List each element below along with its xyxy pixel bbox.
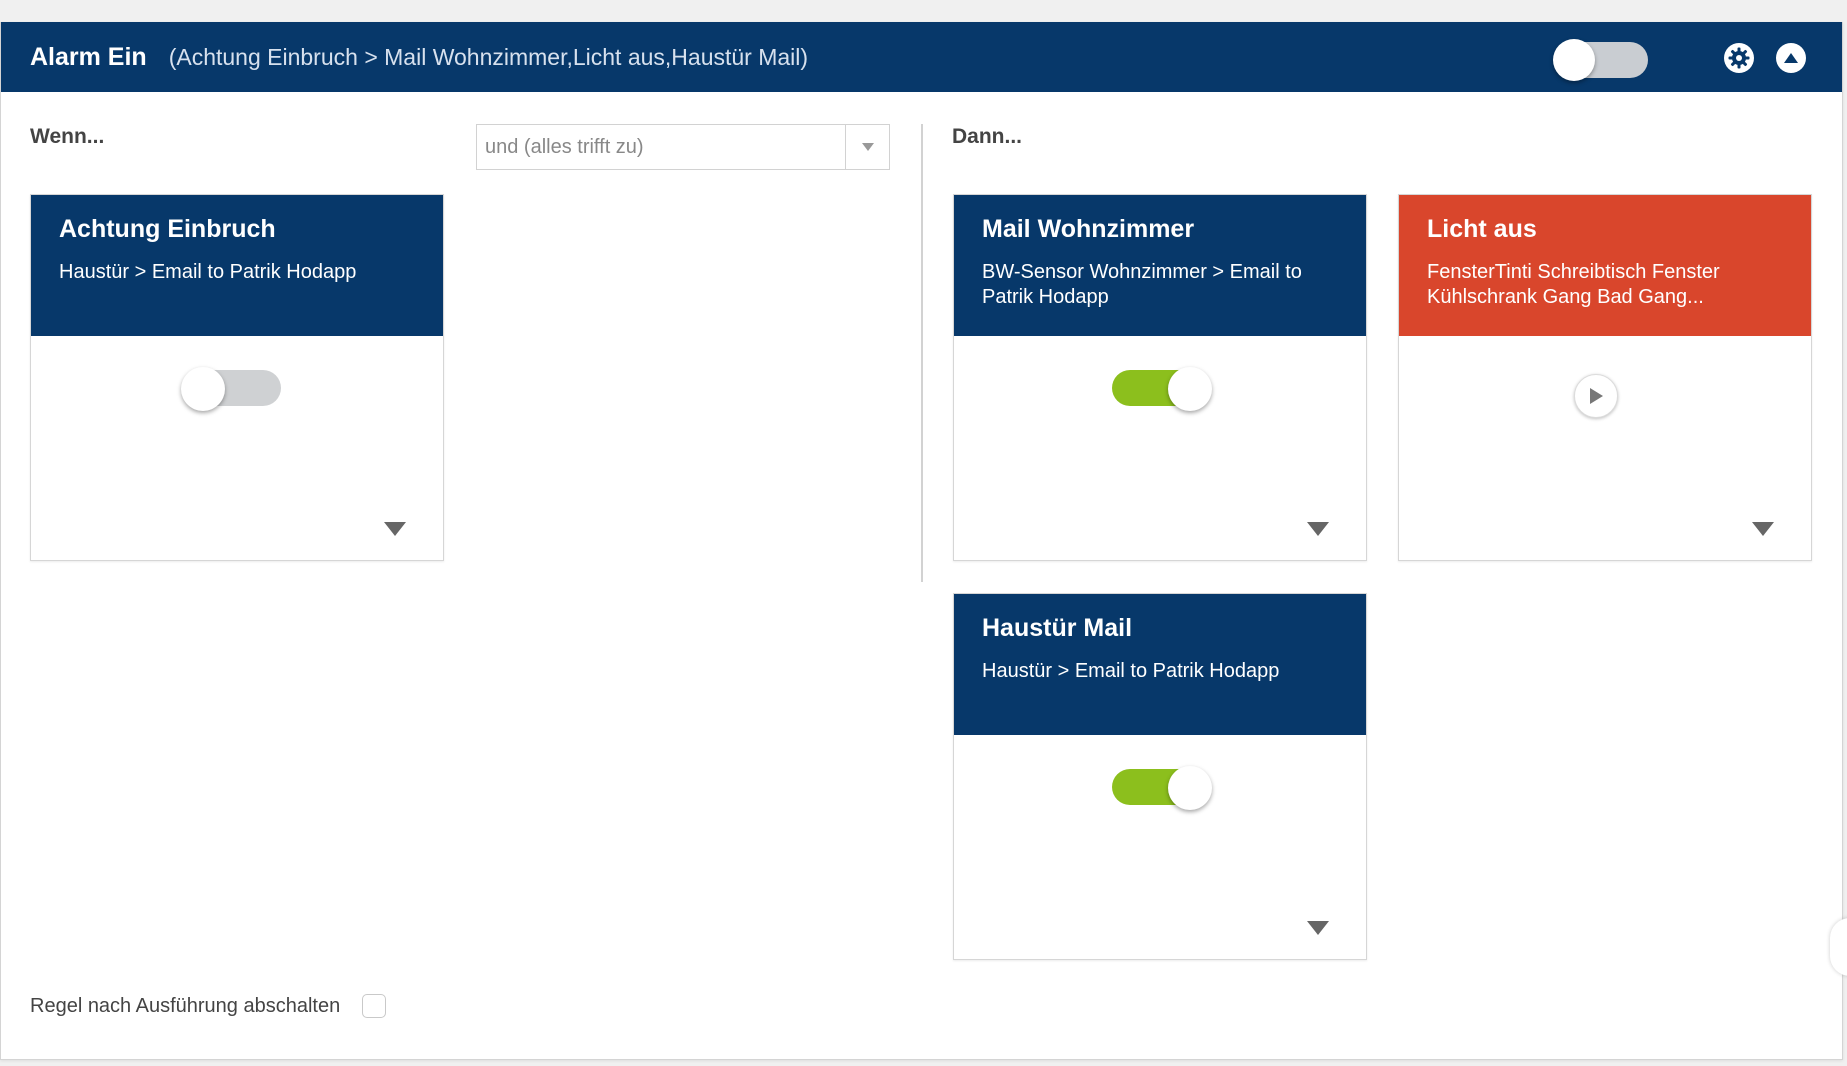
action-card[interactable]: Licht aus FensterTinti Schreibtisch Fens… [1398, 194, 1812, 561]
toggle-knob [1168, 766, 1212, 810]
expand-card-icon[interactable] [381, 519, 409, 539]
condition-card[interactable]: Achtung Einbruch Haustür > Email to Patr… [30, 194, 444, 561]
card-header: Haustür Mail Haustür > Email to Patrik H… [954, 594, 1366, 735]
collapse-up-icon[interactable] [1776, 43, 1806, 73]
toggle-knob [181, 367, 225, 411]
toggle-knob [1553, 39, 1595, 81]
logic-select[interactable]: und (alles trifft zu) [476, 124, 890, 170]
expand-card-icon[interactable] [1749, 519, 1777, 539]
card-description: FensterTinti Schreibtisch Fenster Kühlsc… [1427, 261, 1720, 308]
card-description: Haustür > Email to Patrik Hodapp [59, 261, 357, 283]
card-title: Mail Wohnzimmer [982, 215, 1195, 243]
expand-card-icon[interactable] [1304, 918, 1332, 938]
condition-toggle[interactable] [181, 367, 281, 411]
action-toggle[interactable] [1112, 367, 1212, 411]
card-description: Haustür > Email to Patrik Hodapp [982, 660, 1280, 682]
column-divider [921, 124, 923, 582]
card-header: Licht aus FensterTinti Schreibtisch Fens… [1399, 195, 1811, 336]
disable-after-run-label: Regel nach Ausführung abschalten [30, 994, 341, 1017]
card-header: Achtung Einbruch Haustür > Email to Patr… [31, 195, 443, 336]
disable-after-run-checkbox[interactable] [362, 994, 387, 1018]
play-button[interactable] [1574, 374, 1618, 418]
rule-title: Alarm Ein [30, 42, 147, 71]
expand-card-icon[interactable] [1304, 519, 1332, 539]
scroll-handle[interactable] [1830, 918, 1847, 976]
action-toggle[interactable] [1112, 766, 1212, 810]
chevron-down-icon[interactable] [845, 125, 889, 169]
play-icon [1590, 388, 1603, 404]
toggle-knob [1168, 367, 1212, 411]
logic-select-value: und (alles trifft zu) [485, 135, 644, 158]
card-header: Mail Wohnzimmer BW-Sensor Wohnzimmer > E… [954, 195, 1366, 336]
action-card[interactable]: Haustür Mail Haustür > Email to Patrik H… [953, 593, 1367, 960]
card-description: BW-Sensor Wohnzimmer > Email to Patrik H… [982, 261, 1302, 308]
card-title: Haustür Mail [982, 614, 1133, 642]
disable-after-run-row: Regel nach Ausführung abschalten [30, 994, 387, 1018]
card-title: Licht aus [1427, 215, 1537, 243]
rule-summary: (Achtung Einbruch > Mail Wohnzimmer,Lich… [168, 43, 809, 70]
rule-enable-toggle[interactable] [1553, 39, 1648, 81]
conditions-label: Wenn... [30, 125, 105, 148]
rule-panel: Alarm Ein (Achtung Einbruch > Mail Wohnz… [0, 22, 1843, 1060]
card-title: Achtung Einbruch [59, 215, 276, 243]
gear-icon[interactable] [1724, 43, 1754, 73]
actions-label: Dann... [952, 125, 1023, 148]
rule-header[interactable]: Alarm Ein (Achtung Einbruch > Mail Wohnz… [1, 22, 1842, 92]
action-card[interactable]: Mail Wohnzimmer BW-Sensor Wohnzimmer > E… [953, 194, 1367, 561]
